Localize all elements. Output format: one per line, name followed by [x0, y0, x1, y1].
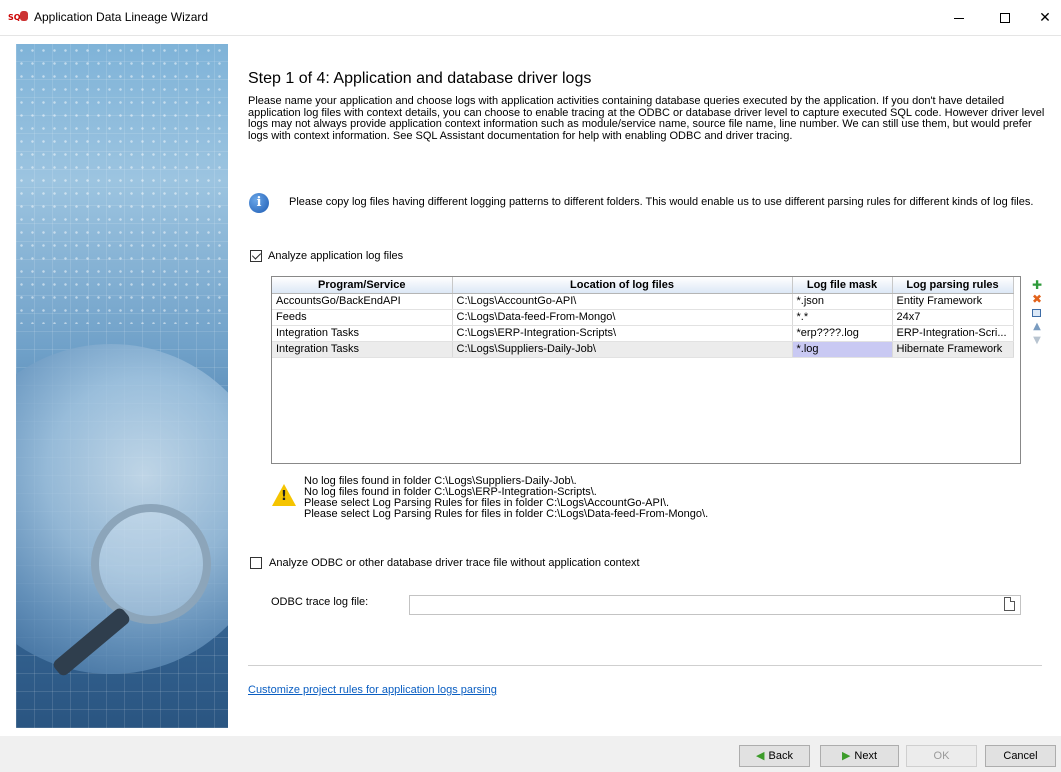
table-row[interactable]: Feeds C:\Logs\Data-feed-From-Mongo\ *.* …: [272, 309, 1014, 326]
cell-mask-focused[interactable]: *.log: [792, 341, 893, 358]
cell-mask[interactable]: *.json: [792, 293, 893, 310]
back-button[interactable]: ◀ Back: [739, 745, 810, 767]
close-button[interactable]: ✕: [1022, 0, 1061, 36]
minimize-icon: [954, 18, 964, 19]
column-header-program[interactable]: Program/Service: [272, 277, 453, 294]
column-header-mask[interactable]: Log file mask: [792, 277, 893, 294]
warning-messages: No log files found in folder C:\Logs\Sup…: [304, 476, 708, 520]
back-label: Back: [768, 750, 793, 762]
column-header-location[interactable]: Location of log files: [452, 277, 793, 294]
cell-program[interactable]: Integration Tasks: [272, 341, 453, 358]
wizard-side-image: [16, 44, 228, 728]
cell-location[interactable]: C:\Logs\Data-feed-From-Mongo\: [452, 309, 793, 326]
analyze-odbc-checkbox[interactable]: [250, 557, 262, 569]
log-sources-grid[interactable]: Program/Service Location of log files Lo…: [271, 276, 1021, 464]
minimize-button[interactable]: [936, 0, 982, 36]
step-title: Step 1 of 4: Application and database dr…: [248, 70, 592, 87]
move-up-icon[interactable]: ▲: [1030, 320, 1044, 334]
ok-button[interactable]: OK: [906, 745, 977, 767]
table-row-selected[interactable]: Integration Tasks C:\Logs\Suppliers-Dail…: [272, 341, 1014, 358]
warning-icon-mark: !: [281, 489, 287, 504]
odbc-trace-label: ODBC trace log file:: [271, 596, 369, 608]
app-icon-bug: [20, 11, 28, 21]
footer-divider: [248, 665, 1042, 666]
intro-text: Please name your application and choose …: [248, 95, 1045, 142]
next-button[interactable]: ▶ Next: [820, 745, 899, 767]
warning-icon: !: [272, 484, 296, 506]
cell-program[interactable]: Feeds: [272, 309, 453, 326]
analyze-odbc-label[interactable]: Analyze ODBC or other database driver tr…: [269, 557, 640, 569]
table-row[interactable]: AccountsGo/BackEndAPI C:\Logs\AccountGo-…: [272, 293, 1014, 310]
cell-parsing-rules[interactable]: 24x7: [892, 309, 1014, 326]
next-arrow-icon: ▶: [841, 749, 851, 762]
odbc-trace-input[interactable]: [409, 595, 1021, 615]
info-text: Please copy log files having different l…: [289, 196, 1034, 208]
delete-row-icon[interactable]: ✖: [1030, 292, 1044, 306]
cell-mask[interactable]: *.*: [792, 309, 893, 326]
cell-mask[interactable]: *erp????.log: [792, 325, 893, 342]
cell-program[interactable]: AccountsGo/BackEndAPI: [272, 293, 453, 310]
analyze-app-logs-checkbox[interactable]: [250, 250, 262, 262]
cell-location[interactable]: C:\Logs\AccountGo-API\: [452, 293, 793, 310]
app-icon: SQL: [8, 11, 28, 25]
maximize-icon: [1000, 13, 1010, 23]
edit-row-icon[interactable]: [1030, 306, 1044, 320]
move-down-icon[interactable]: ▼: [1030, 334, 1044, 348]
edit-frame-icon: [1032, 309, 1041, 317]
wizard-content: Step 1 of 4: Application and database dr…: [0, 36, 1061, 736]
customize-rules-link[interactable]: Customize project rules for application …: [248, 684, 497, 696]
warning-line: Please select Log Parsing Rules for file…: [304, 508, 709, 520]
close-icon: ✕: [1039, 10, 1051, 26]
table-row[interactable]: Integration Tasks C:\Logs\ERP-Integratio…: [272, 325, 1014, 342]
table-header-row: Program/Service Location of log files Lo…: [272, 277, 1014, 294]
wizard-footer: [0, 736, 1061, 772]
log-sources-table: Program/Service Location of log files Lo…: [272, 277, 1014, 358]
add-row-icon[interactable]: ✚: [1030, 278, 1044, 292]
cell-parsing-rules[interactable]: Entity Framework: [892, 293, 1014, 310]
cell-program[interactable]: Integration Tasks: [272, 325, 453, 342]
column-header-parsing-rules[interactable]: Log parsing rules: [892, 277, 1014, 294]
back-arrow-icon: ◀: [756, 749, 765, 762]
cancel-button[interactable]: Cancel: [985, 745, 1056, 767]
cell-parsing-rules[interactable]: ERP-Integration-Scri...: [892, 325, 1014, 342]
cell-location[interactable]: C:\Logs\ERP-Integration-Scripts\: [452, 325, 793, 342]
analyze-app-logs-label[interactable]: Analyze application log files: [268, 250, 403, 262]
browse-file-icon[interactable]: [1004, 597, 1015, 611]
window-title: Application Data Lineage Wizard: [34, 10, 209, 24]
magnifier-lens: [91, 504, 211, 624]
cell-parsing-rules[interactable]: Hibernate Framework: [892, 341, 1014, 358]
next-label: Next: [854, 750, 878, 762]
cell-location[interactable]: C:\Logs\Suppliers-Daily-Job\: [452, 341, 793, 358]
info-icon: i: [249, 193, 269, 213]
title-bar: SQL Application Data Lineage Wizard ✕: [0, 0, 1061, 36]
